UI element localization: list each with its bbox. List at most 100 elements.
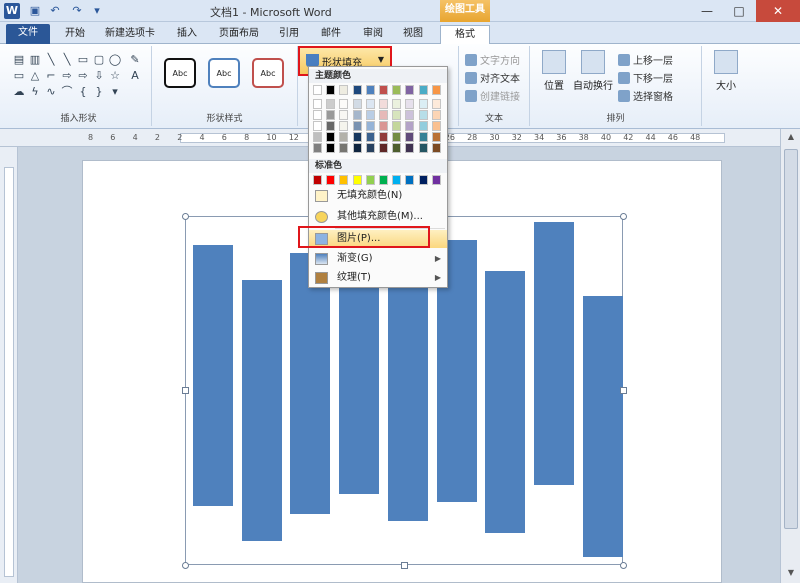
maximize-button[interactable]: □ <box>722 0 756 22</box>
theme-color-swatch[interactable] <box>405 110 415 120</box>
theme-color-swatch[interactable] <box>313 110 322 120</box>
position-button[interactable]: 位置 <box>534 50 574 92</box>
line-shape-icon[interactable]: ╲ <box>44 54 58 66</box>
curve-shape-icon[interactable]: ∿ <box>44 86 58 98</box>
theme-color-swatch[interactable] <box>352 99 362 109</box>
vertical-ruler[interactable] <box>0 147 18 583</box>
theme-color-swatch[interactable] <box>392 85 402 95</box>
theme-color-swatch[interactable] <box>326 110 336 120</box>
resize-handle[interactable] <box>401 562 408 569</box>
text-direction-button[interactable]: 文字方向 <box>465 52 520 67</box>
theme-color-swatch[interactable] <box>365 110 375 120</box>
standard-color-swatch[interactable] <box>326 175 336 185</box>
theme-color-swatch[interactable] <box>379 132 388 142</box>
standard-color-swatch[interactable] <box>379 175 388 185</box>
rectangle-shape-icon[interactable]: ▭ <box>76 54 90 66</box>
resize-handle[interactable] <box>620 562 627 569</box>
theme-color-swatch[interactable] <box>431 99 441 109</box>
theme-color-swatch[interactable] <box>405 132 415 142</box>
theme-color-swatch[interactable] <box>392 143 402 153</box>
theme-color-swatch[interactable] <box>326 85 336 95</box>
bolt-shape-icon[interactable]: ϟ <box>28 86 42 98</box>
theme-color-swatch[interactable] <box>326 99 336 109</box>
theme-color-swatch[interactable] <box>418 110 428 120</box>
bar-shape[interactable] <box>387 261 428 521</box>
close-button[interactable]: ✕ <box>756 0 800 22</box>
bar-shape[interactable] <box>533 222 574 485</box>
theme-color-swatch[interactable] <box>418 99 428 109</box>
bar-shape[interactable] <box>582 296 623 557</box>
theme-color-swatch[interactable] <box>326 143 336 153</box>
tab-mailings[interactable]: 邮件 <box>316 25 346 44</box>
style-sample-blue[interactable]: Abc <box>208 58 240 88</box>
theme-color-swatch[interactable] <box>339 132 349 142</box>
theme-color-swatch[interactable] <box>418 121 428 131</box>
oval-shape-icon[interactable]: ◯ <box>108 54 122 66</box>
darrow-shape-icon[interactable]: ⇩ <box>92 70 106 82</box>
redo-icon[interactable]: ↷ <box>70 4 84 18</box>
tab-format[interactable]: 格式 <box>440 25 490 44</box>
theme-color-swatch[interactable] <box>339 143 349 153</box>
customize-quick-access-icon[interactable]: ▾ <box>90 4 104 18</box>
bar-shape[interactable] <box>290 253 331 514</box>
rect2-shape-icon[interactable]: ▭ <box>12 70 26 82</box>
theme-color-swatch[interactable] <box>313 121 322 131</box>
standard-color-swatch[interactable] <box>365 175 375 185</box>
rarrow-shape-icon[interactable]: ⇨ <box>60 70 74 82</box>
tab-review[interactable]: 审阅 <box>358 25 388 44</box>
rounded-rect-shape-icon[interactable]: ▢ <box>92 54 106 66</box>
bar-shape[interactable] <box>193 245 233 506</box>
minimize-button[interactable]: — <box>690 0 724 22</box>
gradient-fill-item[interactable]: 渐变(G) ▶ <box>309 250 447 268</box>
theme-color-swatch[interactable] <box>339 121 349 131</box>
standard-color-swatch[interactable] <box>352 175 362 185</box>
theme-color-swatch[interactable] <box>392 121 402 131</box>
create-link-button[interactable]: 创建链接 <box>465 88 520 103</box>
line2-shape-icon[interactable]: ╲ <box>60 54 74 66</box>
undo-icon[interactable]: ↶ <box>48 4 62 18</box>
theme-color-swatch[interactable] <box>352 85 362 95</box>
theme-color-swatch[interactable] <box>431 85 441 95</box>
theme-color-swatch[interactable] <box>431 121 441 131</box>
tab-home[interactable]: 开始 <box>60 25 90 44</box>
star-shape-icon[interactable]: ☆ <box>108 70 122 82</box>
theme-color-swatch[interactable] <box>352 121 362 131</box>
cloud-shape-icon[interactable]: ☁ <box>12 86 26 98</box>
tab-page-layout[interactable]: 页面布局 <box>214 25 264 44</box>
word-app-icon[interactable]: W <box>4 3 20 19</box>
theme-color-swatch[interactable] <box>418 85 428 95</box>
rarrow2-shape-icon[interactable]: ⇨ <box>76 70 90 82</box>
tab-view[interactable]: 视图 <box>398 25 428 44</box>
theme-color-swatch[interactable] <box>392 132 402 142</box>
resize-handle[interactable] <box>182 387 189 394</box>
standard-color-swatch[interactable] <box>405 175 415 185</box>
theme-color-swatch[interactable] <box>365 143 375 153</box>
standard-color-swatch[interactable] <box>313 175 322 185</box>
more-shapes-icon[interactable]: ▾ <box>108 86 122 98</box>
tab-file[interactable]: 文件 <box>6 24 50 44</box>
tab-new[interactable]: 新建选项卡 <box>102 25 158 44</box>
standard-color-swatch[interactable] <box>392 175 402 185</box>
save-icon[interactable]: ▣ <box>28 4 42 18</box>
theme-color-swatch[interactable] <box>339 85 349 95</box>
bar-shape[interactable] <box>241 280 282 541</box>
theme-color-swatch[interactable] <box>313 85 322 95</box>
standard-color-swatch[interactable] <box>418 175 428 185</box>
bring-forward-button[interactable]: 上移一层 <box>618 52 673 67</box>
style-sample-red[interactable]: Abc <box>252 58 284 88</box>
theme-color-swatch[interactable] <box>365 121 375 131</box>
resize-handle[interactable] <box>182 562 189 569</box>
size-button[interactable]: 大小 <box>706 50 746 92</box>
wrap-text-button[interactable]: 自动换行 <box>570 50 616 92</box>
theme-color-swatch[interactable] <box>418 132 428 142</box>
theme-color-swatch[interactable] <box>418 143 428 153</box>
resize-handle[interactable] <box>620 387 627 394</box>
theme-color-swatch[interactable] <box>405 143 415 153</box>
theme-color-swatch[interactable] <box>313 99 322 109</box>
vertical-scrollbar[interactable]: ▲ ▼ <box>780 129 800 583</box>
textbox-draw-icon[interactable]: A <box>128 70 142 82</box>
tab-references[interactable]: 引用 <box>274 25 304 44</box>
scroll-down-icon[interactable]: ▼ <box>781 565 800 581</box>
theme-color-swatch[interactable] <box>431 110 441 120</box>
theme-color-swatch[interactable] <box>379 99 388 109</box>
